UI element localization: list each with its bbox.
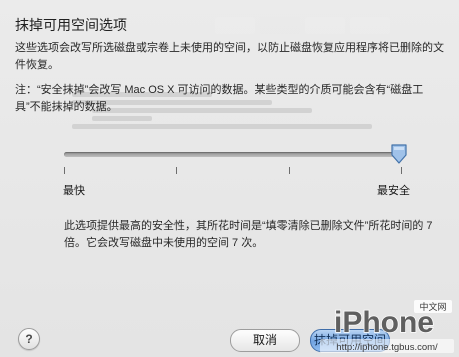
- iphone-site-watermark: iPhone 中文网 http://iphone.tgbus.com/: [320, 300, 454, 353]
- watermark-url: http://iphone.tgbus.com/: [336, 342, 438, 353]
- cancel-button[interactable]: 取消: [230, 329, 300, 352]
- sheet-description: 这些选项会改写所选磁盘或宗卷上未使用的空间，以防止磁盘恢复应用程序将已删除的文件…: [15, 42, 444, 71]
- slider-thumb-icon: [391, 144, 407, 164]
- sheet-title: 抹掉可用空间选项: [15, 17, 127, 33]
- slider-tick: [401, 167, 402, 174]
- slider-tick: [289, 167, 290, 174]
- option-explanation: 此选项提供最高的安全性，其所花时间是“填零清除已删除文件”所花时间的 7 倍。它…: [64, 220, 433, 249]
- sheet-note: 注：“安全抹掉”会改写 Mac OS X 可访问的数据。某些类型的介质可能会含有…: [15, 84, 424, 113]
- slider-tick: [176, 167, 177, 174]
- help-button[interactable]: ?: [18, 328, 40, 350]
- erase-free-space-options-sheet: 抹掉可用空间选项 这些选项会改写所选磁盘或宗卷上未使用的空间，以防止磁盘恢复应用…: [0, 0, 459, 357]
- slider-tick: [64, 167, 65, 174]
- security-level-slider[interactable]: [64, 142, 407, 182]
- watermark-badge: 中文网: [419, 301, 446, 313]
- slider-track[interactable]: [64, 152, 402, 157]
- background-text-line: [72, 124, 372, 129]
- slider-max-label: 最安全: [377, 185, 410, 197]
- background-text-line: [92, 116, 152, 121]
- slider-min-label: 最快: [63, 185, 85, 197]
- slider-thumb[interactable]: [390, 144, 408, 164]
